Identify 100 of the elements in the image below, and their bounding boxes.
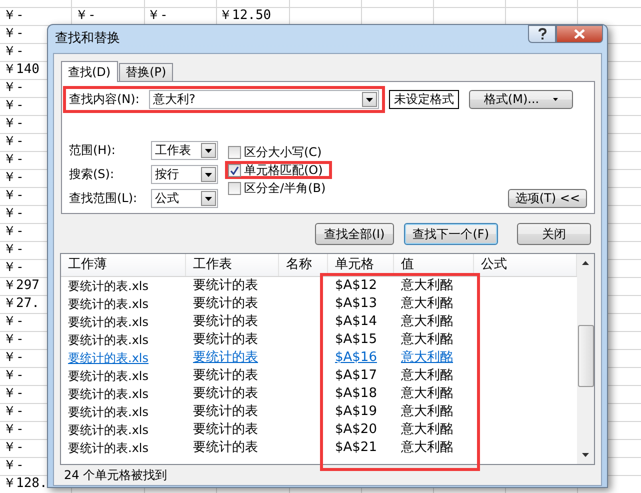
options-button[interactable]: 选项(T) << <box>508 189 587 208</box>
result-cell[interactable]: 要统计的表.xls <box>61 385 186 403</box>
result-cell[interactable]: 要统计的表 <box>186 385 279 403</box>
format-button[interactable]: 格式(M)... <box>469 90 573 109</box>
result-cell[interactable]: 要统计的表 <box>186 349 279 367</box>
result-cell[interactable]: 意大利酩 <box>394 385 474 403</box>
result-cell[interactable]: 要统计的表 <box>186 313 279 331</box>
result-cell[interactable]: $A$12 <box>328 277 394 295</box>
option-label: 范围(H): <box>69 142 116 159</box>
checkbox-label: 区分大小写(C) <box>244 144 322 160</box>
result-cell[interactable]: 要统计的表 <box>186 367 279 385</box>
find-what-field[interactable]: 意大利? <box>149 90 379 109</box>
result-cell[interactable]: $A$17 <box>328 367 394 385</box>
result-cell[interactable]: 意大利酩 <box>394 313 474 331</box>
result-cell[interactable]: $A$14 <box>328 313 394 331</box>
result-cell[interactable]: 要统计的表.xls <box>61 295 186 313</box>
result-cell[interactable]: $A$16 <box>328 349 394 367</box>
spreadsheet-cell: ￥- <box>3 350 24 365</box>
caret-icon <box>553 98 558 101</box>
result-cell[interactable]: 要统计的表.xls <box>61 403 186 421</box>
result-cell[interactable]: 要统计的表 <box>186 439 279 457</box>
dialog-button[interactable]: 查找下一个(F) <box>404 223 498 245</box>
spreadsheet-cell: ￥128. <box>3 476 48 491</box>
result-cell[interactable]: 要统计的表 <box>186 277 279 295</box>
spreadsheet-cell: ￥- <box>3 116 24 131</box>
spreadsheet-cell: ￥- <box>3 242 24 257</box>
close-icon <box>574 29 585 39</box>
option-dropdown[interactable]: 按行 <box>151 165 218 184</box>
result-cell[interactable]: 要统计的表.xls <box>61 331 186 349</box>
checkbox-label: 区分全/半角(B) <box>244 180 326 196</box>
column-header[interactable]: 值 <box>394 254 474 276</box>
result-cell[interactable]: 要统计的表.xls <box>61 367 186 385</box>
status-text: 24 个单元格被找到 <box>64 468 168 482</box>
spreadsheet-cell: ￥- <box>3 440 24 455</box>
spreadsheet-cell: ￥- <box>3 314 24 329</box>
question-icon <box>538 28 546 40</box>
column-header[interactable]: 名称 <box>279 254 328 276</box>
result-cell[interactable]: 意大利酩 <box>394 367 474 385</box>
field-label: 查找内容(N): <box>69 91 140 108</box>
spreadsheet-cell: ￥- <box>3 152 24 167</box>
result-cell[interactable]: 意大利酩 <box>394 277 474 295</box>
spreadsheet-cell: ￥- <box>3 368 24 383</box>
spreadsheet-cell: ￥- <box>3 386 24 401</box>
result-cell[interactable]: $A$13 <box>328 295 394 313</box>
spreadsheet-cell: ￥- <box>3 26 24 41</box>
option-dropdown[interactable]: 工作表 <box>151 141 218 160</box>
option-label: 查找范围(L): <box>69 190 138 207</box>
result-cell[interactable]: 要统计的表 <box>186 403 279 421</box>
result-cell[interactable]: 要统计的表 <box>186 331 279 349</box>
scroll-up-arrow-icon[interactable] <box>582 261 589 265</box>
result-cell[interactable]: 意大利酩 <box>394 349 474 367</box>
spreadsheet-cell: ￥- <box>75 8 96 23</box>
spreadsheet-cell: ￥- <box>3 206 24 221</box>
column-header[interactable]: 工作薄 <box>61 254 186 276</box>
spreadsheet-cell: ￥- <box>3 224 24 239</box>
result-cell[interactable]: $A$20 <box>328 421 394 439</box>
dialog-button[interactable]: 关闭 <box>517 223 591 245</box>
result-cell[interactable]: 要统计的表.xls <box>61 439 186 457</box>
result-cell[interactable]: 要统计的表.xls <box>61 277 186 295</box>
result-cell[interactable]: 意大利酩 <box>394 403 474 421</box>
result-cell[interactable]: $A$19 <box>328 403 394 421</box>
tab[interactable]: 查找(D) <box>61 61 118 82</box>
column-header[interactable]: 单元格 <box>328 254 394 276</box>
spreadsheet-cell: ￥27. <box>3 296 40 311</box>
spreadsheet-cell: ￥- <box>3 134 24 149</box>
result-cell[interactable]: 意大利酩 <box>394 331 474 349</box>
result-cell[interactable]: $A$18 <box>328 385 394 403</box>
result-cell[interactable]: $A$15 <box>328 331 394 349</box>
result-cell[interactable]: 意大利酩 <box>394 439 474 457</box>
spreadsheet-cell: ￥140 <box>3 62 40 77</box>
spreadsheet-cell: ￥- <box>3 80 24 95</box>
spreadsheet-cell: ￥- <box>3 8 24 23</box>
spreadsheet-cell: ￥12.50 <box>219 8 272 23</box>
scroll-down-arrow-icon[interactable] <box>582 453 589 457</box>
option-label: 搜索(S): <box>69 166 116 183</box>
result-cell[interactable]: 要统计的表.xls <box>61 313 186 331</box>
spreadsheet-cell: ￥- <box>3 332 24 347</box>
result-cell[interactable]: 要统计的表.xls <box>61 349 186 367</box>
checkbox[interactable] <box>228 164 241 176</box>
help-button[interactable] <box>528 25 556 43</box>
window-title: 查找和替换 <box>55 30 120 48</box>
dialog-button[interactable]: 查找全部(I) <box>314 223 394 245</box>
spreadsheet-cell: ￥- <box>3 98 24 113</box>
close-button[interactable] <box>556 25 603 43</box>
option-dropdown[interactable]: 公式 <box>151 189 218 208</box>
spreadsheet-cell: ￥- <box>3 188 24 203</box>
result-cell[interactable]: 意大利酩 <box>394 421 474 439</box>
result-cell[interactable]: 意大利酩 <box>394 295 474 313</box>
result-cell[interactable]: 要统计的表.xls <box>61 421 186 439</box>
result-cell[interactable]: 要统计的表 <box>186 421 279 439</box>
spreadsheet-cell: ￥- <box>147 8 168 23</box>
checkbox[interactable] <box>228 146 241 158</box>
result-cell[interactable]: 要统计的表 <box>186 295 279 313</box>
column-header[interactable]: 工作表 <box>186 254 279 276</box>
tab[interactable]: 替换(P) <box>118 63 174 81</box>
checkbox[interactable] <box>228 182 241 194</box>
result-cell[interactable]: $A$21 <box>328 439 394 457</box>
spreadsheet-cell: ￥- <box>3 404 24 419</box>
scrollbar[interactable] <box>577 254 594 464</box>
spreadsheet-cell: ￥- <box>3 458 24 473</box>
